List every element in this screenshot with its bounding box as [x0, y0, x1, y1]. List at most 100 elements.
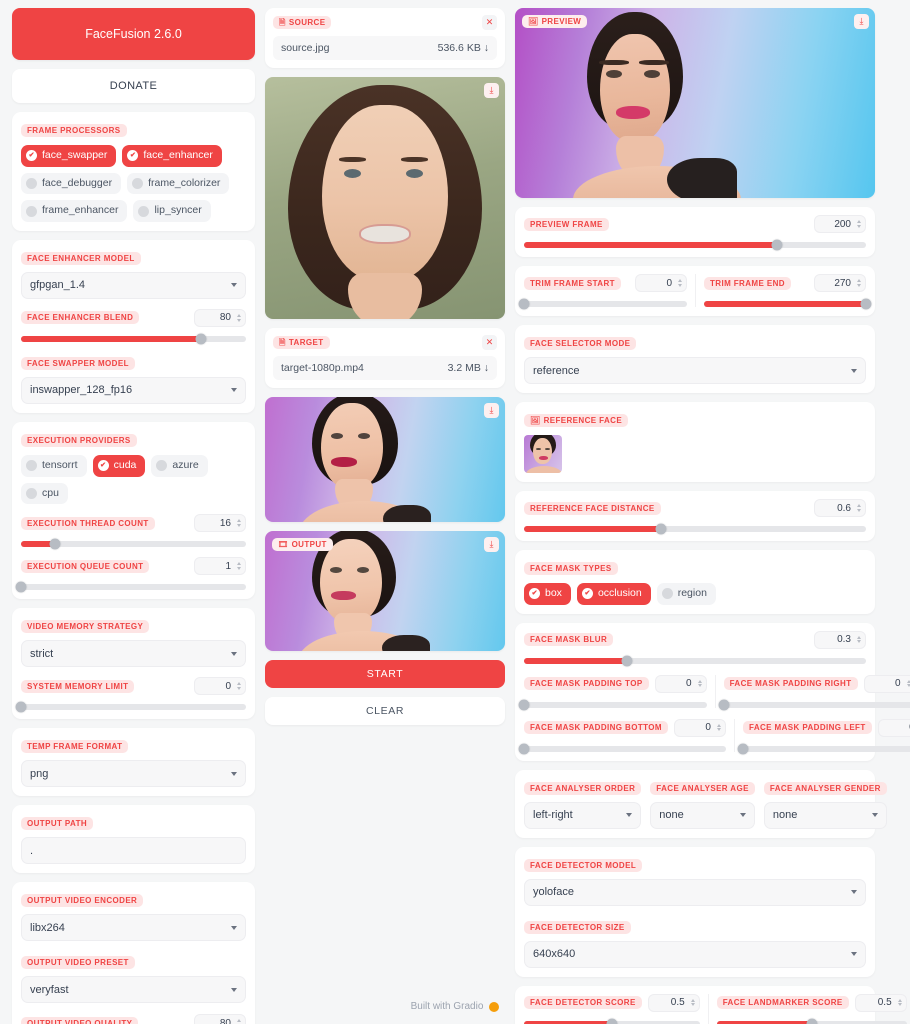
stepper-icon[interactable] — [237, 519, 241, 527]
checkbox-occlusion[interactable]: ✔ occlusion — [576, 583, 651, 605]
preview-image[interactable]: 🖼 PREVIEW ⤓ — [515, 8, 875, 198]
execution-queue-count-slider[interactable] — [15, 581, 246, 593]
checkbox-cuda[interactable]: ✔ cuda — [92, 454, 146, 477]
target-video[interactable]: ⤓ — [265, 397, 505, 522]
start-button[interactable]: START — [265, 660, 505, 688]
face-mask-padding-right-numberbox[interactable]: 0 — [863, 674, 910, 693]
slider-knob[interactable] — [195, 333, 207, 345]
checkbox-tensorrt[interactable]: ✔ tensorrt — [21, 454, 87, 477]
slider-knob[interactable] — [518, 298, 530, 310]
output-video-encoder-dropdown[interactable]: libx264 — [21, 914, 246, 942]
slider-knob[interactable] — [718, 699, 730, 711]
stepper-icon[interactable] — [237, 682, 241, 690]
face-analyser-age-dropdown[interactable]: none — [650, 801, 755, 829]
face-mask-padding-left-numberbox[interactable]: 0 — [877, 718, 910, 737]
system-memory-limit-slider[interactable] — [15, 701, 246, 713]
face-mask-padding-top-slider[interactable] — [518, 699, 707, 711]
checkbox-frame-enhancer[interactable]: ✔ frame_enhancer — [21, 200, 128, 222]
reference-face-distance-numberbox[interactable]: 0.6 — [814, 499, 866, 517]
source-close-button[interactable]: ✕ — [482, 15, 497, 30]
checkbox-region[interactable]: ✔ region — [656, 583, 716, 605]
output-video[interactable]: 🎞 OUTPUT ⤓ — [265, 531, 505, 651]
target-close-button[interactable]: ✕ — [482, 335, 497, 350]
checkbox-face-swapper[interactable]: ✔ face_swapper — [21, 145, 117, 167]
stepper-icon[interactable] — [906, 679, 910, 688]
download-icon[interactable]: ⤓ — [484, 403, 499, 418]
donate-button[interactable]: DONATE — [12, 69, 255, 103]
stepper-icon[interactable] — [857, 220, 861, 228]
checkbox-face-enhancer[interactable]: ✔ face_enhancer — [122, 145, 222, 167]
trim-frame-start-numberbox[interactable]: 0 — [635, 274, 687, 292]
face-landmarker-score-slider[interactable] — [716, 1018, 907, 1024]
face-mask-padding-right-slider[interactable] — [718, 699, 910, 711]
execution-thread-count-slider[interactable] — [21, 538, 246, 550]
face-mask-blur-numberbox[interactable]: 0.3 — [814, 630, 866, 649]
target-file-row[interactable]: target-1080p.mp4 3.2 MB ↓ — [273, 356, 497, 380]
face-detector-score-slider[interactable] — [524, 1018, 700, 1024]
face-mask-padding-bottom-numberbox[interactable]: 0 — [673, 718, 726, 737]
slider-knob[interactable] — [518, 699, 530, 711]
source-file-row[interactable]: source.jpg 536.6 KB ↓ — [273, 36, 497, 60]
checkbox-face-debugger[interactable]: ✔ face_debugger — [21, 172, 122, 195]
stepper-icon[interactable] — [697, 679, 702, 688]
trim-frame-end-numberbox[interactable]: 270 — [814, 274, 866, 292]
slider-knob[interactable] — [518, 743, 530, 755]
stepper-icon[interactable] — [716, 723, 721, 732]
face-selector-mode-dropdown[interactable]: reference — [524, 357, 866, 384]
output-video-preset-dropdown[interactable]: veryfast — [21, 976, 246, 1004]
preview-frame-numberbox[interactable]: 200 — [814, 215, 866, 233]
output-path-input[interactable]: . — [21, 837, 246, 865]
face-mask-padding-left-slider[interactable] — [737, 743, 910, 755]
stepper-icon[interactable] — [237, 1019, 241, 1024]
slider-knob[interactable] — [806, 1018, 818, 1024]
stepper-icon[interactable] — [678, 279, 682, 287]
download-icon[interactable]: ⤓ — [854, 14, 869, 29]
trim-frame-start-slider[interactable] — [518, 298, 687, 310]
trim-frame-end-slider[interactable] — [704, 298, 872, 310]
system-memory-limit-numberbox[interactable]: 0 — [194, 677, 246, 696]
face-enhancer-model-dropdown[interactable]: gfpgan_1.4 — [21, 271, 246, 299]
checkbox-lip-syncer[interactable]: ✔ lip_syncer — [133, 200, 211, 222]
face-detector-model-dropdown[interactable]: yoloface — [524, 878, 866, 906]
temp-frame-format-dropdown[interactable]: png — [21, 760, 246, 788]
source-image[interactable]: ⤓ — [265, 77, 505, 319]
stepper-icon[interactable] — [857, 504, 861, 512]
face-analyser-gender-dropdown[interactable]: none — [763, 801, 887, 829]
app-title-button[interactable]: FaceFusion 2.6.0 — [12, 8, 255, 60]
face-mask-padding-top-numberbox[interactable]: 0 — [654, 674, 707, 693]
face-analyser-order-dropdown[interactable]: left-right — [524, 801, 642, 829]
slider-knob[interactable] — [771, 239, 783, 251]
checkbox-box[interactable]: ✔ box — [524, 583, 571, 605]
slider-knob[interactable] — [860, 298, 872, 310]
face-swapper-model-dropdown[interactable]: inswapper_128_fp16 — [21, 376, 246, 404]
stepper-icon[interactable] — [237, 314, 241, 322]
reference-face-thumbnail[interactable] — [524, 435, 562, 473]
download-icon[interactable]: ⤓ — [484, 83, 499, 98]
checkbox-frame-colorizer[interactable]: ✔ frame_colorizer — [127, 172, 230, 195]
slider-knob[interactable] — [606, 1018, 618, 1024]
slider-knob[interactable] — [15, 581, 27, 593]
slider-knob[interactable] — [655, 523, 667, 535]
slider-knob[interactable] — [49, 538, 61, 550]
slider-knob[interactable] — [15, 701, 27, 713]
execution-thread-count-numberbox[interactable]: 16 — [194, 514, 246, 533]
stepper-icon[interactable] — [857, 635, 861, 644]
execution-queue-count-numberbox[interactable]: 1 — [194, 557, 246, 576]
output-video-quality-numberbox[interactable]: 80 — [194, 1014, 246, 1024]
face-detector-size-dropdown[interactable]: 640x640 — [524, 940, 866, 968]
download-icon[interactable]: ⤓ — [484, 537, 499, 552]
slider-knob[interactable] — [621, 655, 633, 667]
stepper-icon[interactable] — [237, 562, 241, 570]
face-mask-blur-slider[interactable] — [524, 655, 866, 667]
checkbox-azure[interactable]: ✔ azure — [151, 454, 208, 477]
face-mask-padding-bottom-slider[interactable] — [518, 743, 726, 755]
stepper-icon[interactable] — [857, 279, 861, 287]
reference-face-distance-slider[interactable] — [524, 523, 866, 535]
clear-button[interactable]: CLEAR — [265, 697, 505, 725]
preview-frame-slider[interactable] — [524, 239, 866, 251]
slider-knob[interactable] — [737, 743, 749, 755]
video-memory-strategy-dropdown[interactable]: strict — [21, 640, 246, 668]
checkbox-cpu[interactable]: ✔ cpu — [21, 482, 68, 505]
face-enhancer-blend-numberbox[interactable]: 80 — [194, 308, 246, 327]
face-enhancer-blend-slider[interactable] — [21, 333, 246, 345]
